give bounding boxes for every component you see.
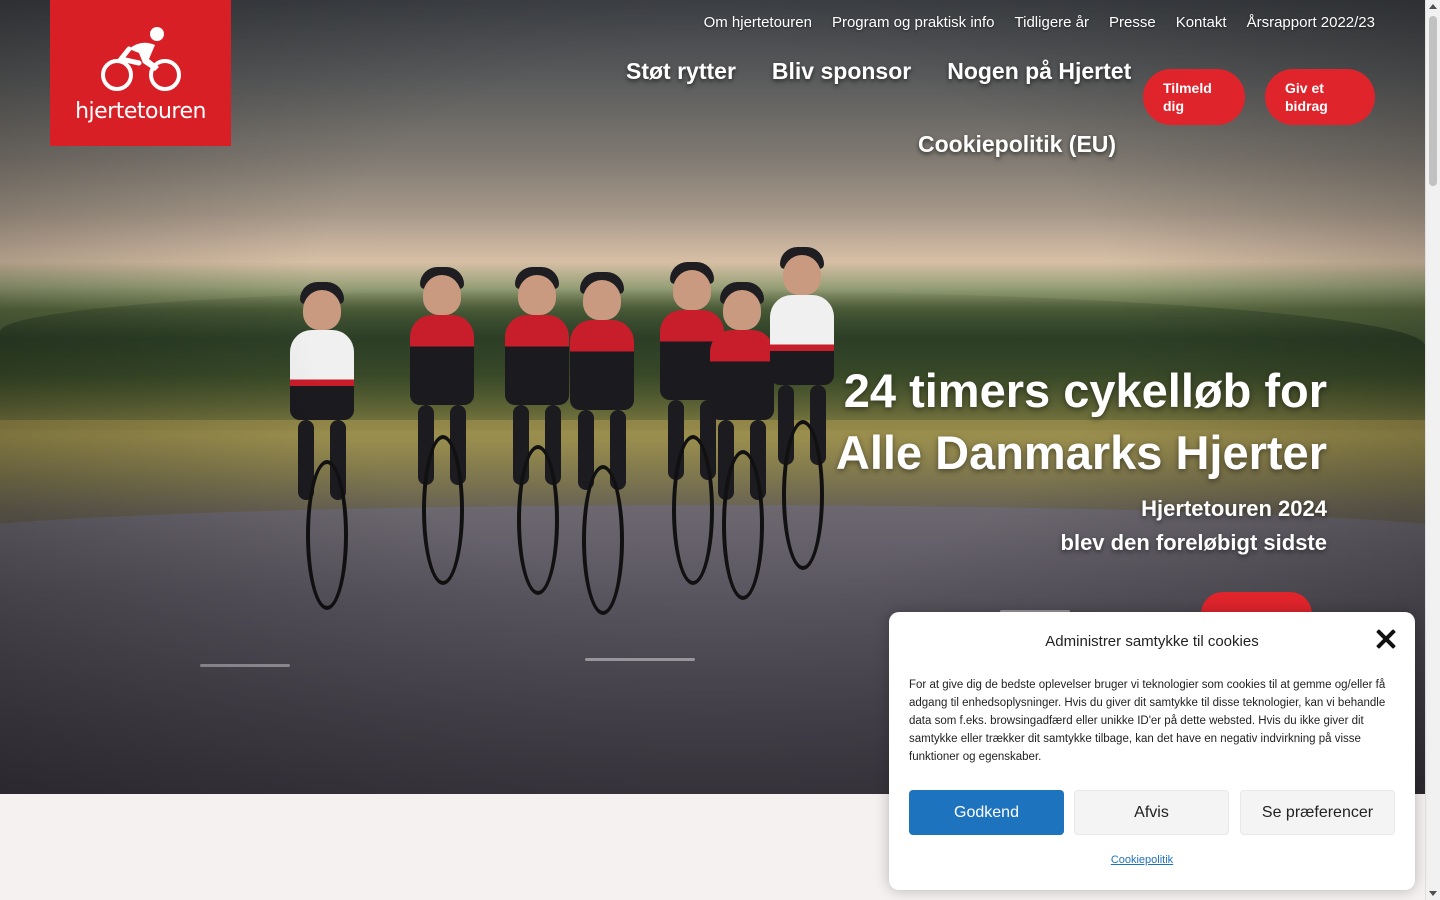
headline-line-1: 24 timers cykelløb for bbox=[843, 364, 1327, 417]
nav-program[interactable]: Program og praktisk info bbox=[832, 14, 995, 31]
cyclist-logo-icon bbox=[100, 27, 181, 91]
accept-cookies-button[interactable]: Godkend bbox=[909, 790, 1064, 835]
scroll-up-icon[interactable] bbox=[1429, 4, 1437, 9]
cookie-policy-link[interactable]: Cookiepolitik bbox=[889, 854, 1395, 866]
nav-cookiepolitik[interactable]: Cookiepolitik (EU) bbox=[918, 131, 1116, 158]
scroll-down-icon[interactable] bbox=[1429, 891, 1437, 896]
scrollbar-thumb[interactable] bbox=[1429, 16, 1437, 186]
logo-wordmark: hjertetouren bbox=[75, 99, 206, 124]
close-icon[interactable] bbox=[1375, 628, 1397, 650]
nav-bliv-sponsor[interactable]: Bliv sponsor bbox=[772, 58, 911, 85]
hero-headline: 24 timers cykelløb for Alle Danmarks Hje… bbox=[836, 360, 1327, 484]
site-logo[interactable]: hjertetouren bbox=[50, 0, 231, 146]
nav-om-hjertetouren[interactable]: Om hjertetouren bbox=[704, 14, 812, 31]
page-scrollbar[interactable] bbox=[1425, 0, 1440, 900]
signup-button[interactable]: Tilmeld dig bbox=[1143, 69, 1245, 125]
cookie-preferences-button[interactable]: Se præferencer bbox=[1240, 790, 1395, 835]
subline-line-2: blev den foreløbigt sidste bbox=[1060, 530, 1327, 555]
nav-stoet-rytter[interactable]: Støt rytter bbox=[626, 58, 736, 85]
reject-cookies-button[interactable]: Afvis bbox=[1074, 790, 1229, 835]
headline-line-2: Alle Danmarks Hjerter bbox=[835, 426, 1327, 479]
hero-subline: Hjertetouren 2024 blev den foreløbigt si… bbox=[1061, 492, 1327, 560]
cookie-consent-dialog: Administrer samtykke til cookies For at … bbox=[889, 612, 1415, 890]
secondary-nav: Om hjertetouren Program og praktisk info… bbox=[704, 14, 1375, 31]
nav-presse[interactable]: Presse bbox=[1109, 14, 1156, 31]
primary-nav: Støt rytter Bliv sponsor Nogen på Hjerte… bbox=[626, 58, 1131, 85]
nav-kontakt[interactable]: Kontakt bbox=[1176, 14, 1227, 31]
nav-nogen-paa-hjertet[interactable]: Nogen på Hjertet bbox=[947, 58, 1131, 85]
nav-aarsrapport[interactable]: Årsrapport 2022/23 bbox=[1247, 14, 1375, 31]
subline-line-1: Hjertetouren 2024 bbox=[1141, 496, 1327, 521]
cookie-dialog-body: For at give dig de bedste oplevelser bru… bbox=[909, 679, 1386, 763]
cookie-dialog-title: Administrer samtykke til cookies bbox=[1045, 633, 1259, 650]
nav-tidligere-aar[interactable]: Tidligere år bbox=[1015, 14, 1089, 31]
donate-button[interactable]: Giv et bidrag bbox=[1265, 69, 1375, 125]
